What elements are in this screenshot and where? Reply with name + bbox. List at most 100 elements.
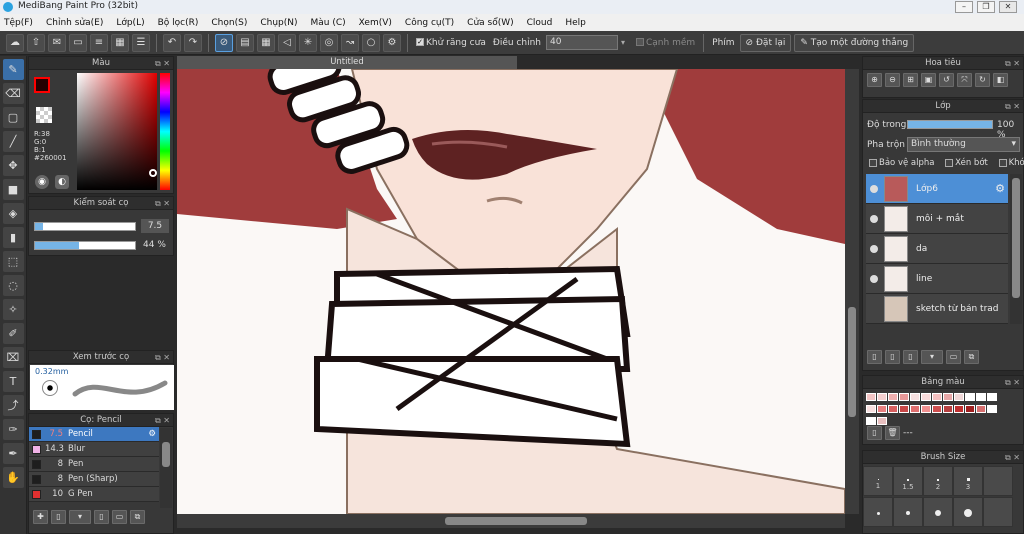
delete-palette-icon[interactable]: 🗑 <box>885 426 900 440</box>
document-icon[interactable]: ≡ <box>90 33 108 52</box>
brush-opacity-slider[interactable] <box>34 241 136 250</box>
palette-swatch[interactable] <box>877 393 887 401</box>
new-layer-icon[interactable]: ▯ <box>867 350 882 364</box>
duplicate-layer-icon[interactable]: ⧉ <box>964 350 979 364</box>
brush-size-cell[interactable] <box>923 497 953 527</box>
layer-folder-icon[interactable]: ▭ <box>946 350 961 364</box>
layer-item[interactable]: môi + mắt <box>866 204 1008 234</box>
palette-swatch[interactable] <box>921 393 931 401</box>
brush-size-value[interactable]: 7.5 <box>141 219 169 233</box>
protect-alpha-checkbox[interactable]: Bảo vệ alpha <box>869 158 934 168</box>
palette-swatch[interactable] <box>932 393 942 401</box>
palette-swatch[interactable] <box>976 393 986 401</box>
palette-swatch[interactable] <box>987 393 997 401</box>
palette-swatch[interactable] <box>899 393 909 401</box>
concentric-snap-icon[interactable]: ◎ <box>320 33 338 52</box>
lasso-icon[interactable]: ◌ <box>2 275 24 296</box>
palette-swatch[interactable] <box>976 405 986 413</box>
palette-swatch[interactable] <box>910 393 920 401</box>
bucket-tool-icon[interactable]: ◈ <box>2 203 24 224</box>
layer-item[interactable]: sketch từ bản trad <box>866 294 1008 324</box>
select-pen-icon[interactable]: ✐ <box>2 323 24 344</box>
menu-cloud[interactable]: Cloud <box>527 18 553 28</box>
brush-size-cell[interactable] <box>983 497 1013 527</box>
palette-swatch[interactable] <box>954 393 964 401</box>
eraser-tool-icon[interactable]: ⌫ <box>2 83 24 104</box>
curve-snap-icon[interactable]: ↝ <box>341 33 359 52</box>
brush-size-cell[interactable] <box>953 497 983 527</box>
menu-filter[interactable]: Bộ lọc(R) <box>158 18 199 28</box>
grid-snap-icon[interactable]: ▦ <box>257 33 275 52</box>
brush-size-slider[interactable] <box>34 222 136 231</box>
palette-swatch[interactable] <box>899 405 909 413</box>
panel-undock-icon[interactable]: ⧉ ✕ <box>1005 57 1020 70</box>
menu-window[interactable]: Cửa sổ(W) <box>467 18 513 28</box>
document-tab[interactable]: Untitled <box>177 56 517 69</box>
layer-list-scrollbar[interactable] <box>1010 174 1022 324</box>
perspective-snap-icon[interactable]: ◁ <box>278 33 296 52</box>
brush-tool-icon[interactable]: ✎ <box>2 59 24 80</box>
panel-undock-icon[interactable]: ⧉ ✕ <box>1005 376 1020 389</box>
hand-tool-icon[interactable]: ✋ <box>2 467 24 488</box>
canvas-horizontal-scrollbar[interactable] <box>177 514 845 528</box>
move-tool-icon[interactable]: ✥ <box>2 155 24 176</box>
strong-edge-checkbox[interactable]: Cạnh mềm <box>634 38 697 48</box>
brush-size-cell[interactable]: 3 <box>953 466 983 496</box>
horizontal-scroll-thumb[interactable] <box>445 517 587 525</box>
brush-size-cell[interactable] <box>863 497 893 527</box>
rotate-left-icon[interactable]: ↺ <box>939 73 954 87</box>
palette-swatch[interactable] <box>965 393 975 401</box>
brush-size-cell[interactable] <box>893 497 923 527</box>
select-eraser-icon[interactable]: ⌧ <box>2 347 24 368</box>
blend-mode-select[interactable]: Bình thường ▾ <box>907 137 1020 152</box>
new-palette-icon[interactable]: ▯ <box>867 426 882 440</box>
layer-menu-icon[interactable]: ▾ <box>921 350 943 364</box>
menu-snap[interactable]: Chụp(N) <box>260 18 297 28</box>
brush-list-scrollbar[interactable] <box>160 428 172 508</box>
canvas-vertical-scrollbar[interactable] <box>845 69 859 514</box>
radial-snap-icon[interactable]: ✳ <box>299 33 317 52</box>
new-8bit-layer-icon[interactable]: ▯ <box>903 350 918 364</box>
circle-snap-icon[interactable]: ○ <box>362 33 380 52</box>
visibility-eye-icon[interactable] <box>870 184 878 193</box>
snap-settings-icon[interactable]: ⚙ <box>383 33 401 52</box>
gear-icon[interactable]: ⚙ <box>148 429 156 439</box>
panel-undock-icon[interactable]: ⧉ ✕ <box>155 57 170 70</box>
actual-size-icon[interactable]: ▣ <box>921 73 936 87</box>
scroll-thumb[interactable] <box>162 442 170 467</box>
pen-divide-icon[interactable]: ✒ <box>2 443 24 464</box>
palette-swatch[interactable] <box>888 405 898 413</box>
chat-icon[interactable]: ▭ <box>69 33 87 52</box>
layer-item[interactable]: Lớp6 ⚙ <box>866 174 1008 204</box>
brush-item-pen-sharp[interactable]: 8 Pen (Sharp) <box>29 472 159 487</box>
menu-view[interactable]: Xem(V) <box>359 18 392 28</box>
reset-button[interactable]: ⊘ Đặt lại <box>739 33 792 52</box>
folder-icon[interactable]: ▭ <box>112 510 127 524</box>
layer-item[interactable]: line <box>866 264 1008 294</box>
operation-tool-icon[interactable]: ⤴ <box>2 395 24 416</box>
new-halftone-layer-icon[interactable]: ▯ <box>885 350 900 364</box>
primary-color-swatch[interactable] <box>34 77 50 93</box>
text-tool-icon[interactable]: T <box>2 371 24 392</box>
palette-swatch[interactable] <box>910 405 920 413</box>
flip-icon[interactable]: ◧ <box>993 73 1008 87</box>
palette-swatch[interactable] <box>954 405 964 413</box>
brush-item-pen[interactable]: 8 Pen <box>29 457 159 472</box>
brush-menu-icon[interactable]: ▾ <box>69 510 91 524</box>
brush-size-cell[interactable]: 2 <box>923 466 953 496</box>
palette-swatch[interactable] <box>987 405 997 413</box>
menu-layer[interactable]: Lớp(L) <box>116 18 144 28</box>
maximize-button[interactable]: ❐ <box>977 1 995 13</box>
redo-icon[interactable]: ↷ <box>184 33 202 52</box>
gear-icon[interactable]: ⚙ <box>995 182 1005 195</box>
rotate-right-icon[interactable]: ↻ <box>975 73 990 87</box>
chevron-down-icon[interactable]: ▾ <box>621 38 625 47</box>
color-wheel-icon[interactable]: ◉ <box>35 175 49 189</box>
lock-checkbox[interactable]: Khóa <box>998 158 1024 168</box>
palette-swatch[interactable] <box>943 405 953 413</box>
line-tool-icon[interactable]: ╱ <box>2 131 24 152</box>
grid-doc-icon[interactable]: ▦ <box>111 33 129 52</box>
transparent-swatch[interactable] <box>36 107 52 123</box>
panel-undock-icon[interactable]: ⧉ ✕ <box>155 197 170 210</box>
upload-icon[interactable]: ⇧ <box>27 33 45 52</box>
